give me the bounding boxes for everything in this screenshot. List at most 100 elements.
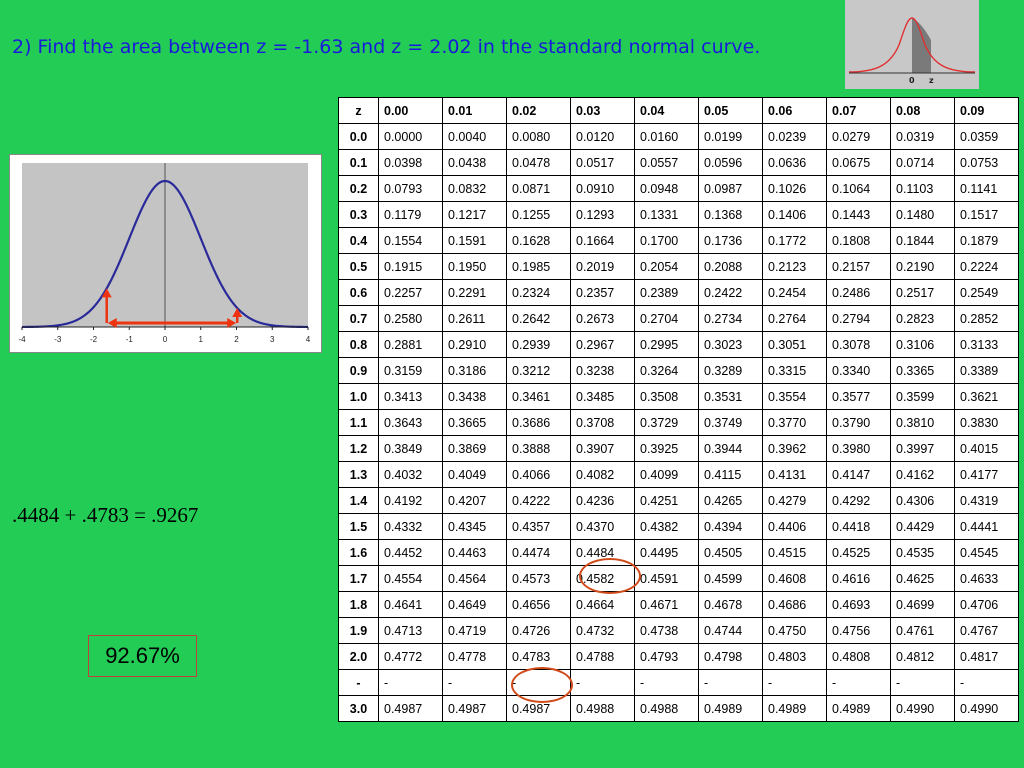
table-cell: 0.4066 [506,461,571,488]
table-cell: 0.2642 [506,305,571,332]
table-cell: 0.4222 [506,487,571,514]
z-column-header: z [338,97,379,124]
table-cell: 0.3289 [698,357,763,384]
table-cell: 0.2019 [570,253,635,280]
table-cell: 0.1331 [634,201,699,228]
table-cell: 0.4406 [762,513,827,540]
table-cell: 0.1736 [698,227,763,254]
table-cell: 0.1293 [570,201,635,228]
table-cell: 0.3238 [570,357,635,384]
row-z-label: 0.3 [338,201,379,228]
table-cell: 0.2734 [698,305,763,332]
table-row: 1.1 0.3643 0.3665 0.3686 0.3708 0.3729 0.3749 0… [338,409,1019,436]
table-cell: 0.0636 [762,149,827,176]
row-z-label: 0.2 [338,175,379,202]
table-cell: 0.1664 [570,227,635,254]
table-cell: 0.4989 [698,695,763,722]
graph-tick-label: 3 [270,335,275,344]
table-cell: 0.1179 [378,201,443,228]
table-cell: 0.4441 [954,513,1019,540]
table-cell: 0.4535 [890,539,955,566]
table-cell: 0.1700 [634,227,699,254]
table-cell: 0.0832 [442,175,507,202]
table-cell: 0.1368 [698,201,763,228]
table-cell: 0.1406 [762,201,827,228]
row-z-label: 0.9 [338,357,379,384]
table-cell: 0.1554 [378,227,443,254]
table-cell: 0.4192 [378,487,443,514]
table-cell: 0.2794 [826,305,891,332]
table-row: 0.2 0.0793 0.0832 0.0871 0.0910 0.0948 0.0987 0… [338,175,1019,202]
table-cell: 0.4382 [634,513,699,540]
table-row: 0.1 0.0398 0.0438 0.0478 0.0517 0.0557 0.0596 0… [338,149,1019,176]
table-cell: - [378,669,443,696]
table-cell: 0.2422 [698,279,763,306]
table-cell: 0.3980 [826,435,891,462]
table-cell: 0.2852 [954,305,1019,332]
row-z-label: 0.1 [338,149,379,176]
table-cell: 0.2967 [570,331,635,358]
table-cell: 0.2910 [442,331,507,358]
table-cell: 0.2054 [634,253,699,280]
table-cell: 0.4207 [442,487,507,514]
table-cell: 0.4292 [826,487,891,514]
table-cell: 0.1064 [826,175,891,202]
table-cell: 0.1772 [762,227,827,254]
table-cell: 0.3508 [634,383,699,410]
table-cell: 0.4798 [698,643,763,670]
table-row: 3.0 0.4987 0.4987 0.4987 0.4988 0.4988 0.4989 0… [338,695,1019,722]
row-z-label: 1.1 [338,409,379,436]
table-cell: - [506,669,571,696]
table-cell: 0.4719 [442,617,507,644]
table-cell: 0.3186 [442,357,507,384]
thumbnail-label-zero: 0 [909,76,915,85]
table-cell: 0.0596 [698,149,763,176]
table-cell: 0.1480 [890,201,955,228]
table-cell: 0.3365 [890,357,955,384]
table-cell: 0.4656 [506,591,571,618]
table-cell: 0.4989 [762,695,827,722]
row-z-label: 3.0 [338,695,379,722]
table-row: 1.0 0.3413 0.3438 0.3461 0.3485 0.3508 0.3531 0… [338,383,1019,410]
table-cell: 0.0910 [570,175,635,202]
table-cell: 0.2389 [634,279,699,306]
row-z-label: 1.3 [338,461,379,488]
table-cell: 0.4582 [570,565,635,592]
table-cell: 0.1255 [506,201,571,228]
table-cell: 0.3621 [954,383,1019,410]
table-cell: 0.2088 [698,253,763,280]
graph-tick-label: -1 [126,335,134,344]
table-cell: 0.4452 [378,539,443,566]
table-cell: 0.4738 [634,617,699,644]
table-cell: - [698,669,763,696]
table-cell: 0.4633 [954,565,1019,592]
table-cell: 0.3485 [570,383,635,410]
table-cell: 0.0438 [442,149,507,176]
table-cell: 0.4177 [954,461,1019,488]
table-cell: 0.3907 [570,435,635,462]
table-cell: 0.4641 [378,591,443,618]
table-cell: 0.4988 [634,695,699,722]
table-cell: 0.0040 [442,123,507,150]
table-cell: 0.2881 [378,331,443,358]
row-z-label: 1.5 [338,513,379,540]
table-cell: 0.3389 [954,357,1019,384]
row-z-label: - [338,669,379,696]
table-cell: 0.3997 [890,435,955,462]
table-cell: 0.4732 [570,617,635,644]
column-header-0-02: 0.02 [506,97,571,124]
row-z-label: 0.0 [338,123,379,150]
graph-svg: -4 -3 -2 -1 0 1 2 3 4 [18,163,311,344]
table-cell: 0.4357 [506,513,571,540]
table-cell: 0.2486 [826,279,891,306]
table-cell: 0.1808 [826,227,891,254]
table-cell: 0.4484 [570,539,635,566]
table-cell: 0.2291 [442,279,507,306]
table-cell: 0.2995 [634,331,699,358]
table-row: 1.7 0.4554 0.4564 0.4573 0.4582 0.4591 0.4599 0… [338,565,1019,592]
table-cell: 0.0793 [378,175,443,202]
table-cell: 0.0478 [506,149,571,176]
table-cell: 0.3438 [442,383,507,410]
table-cell: 0.3686 [506,409,571,436]
table-cell: 0.4599 [698,565,763,592]
